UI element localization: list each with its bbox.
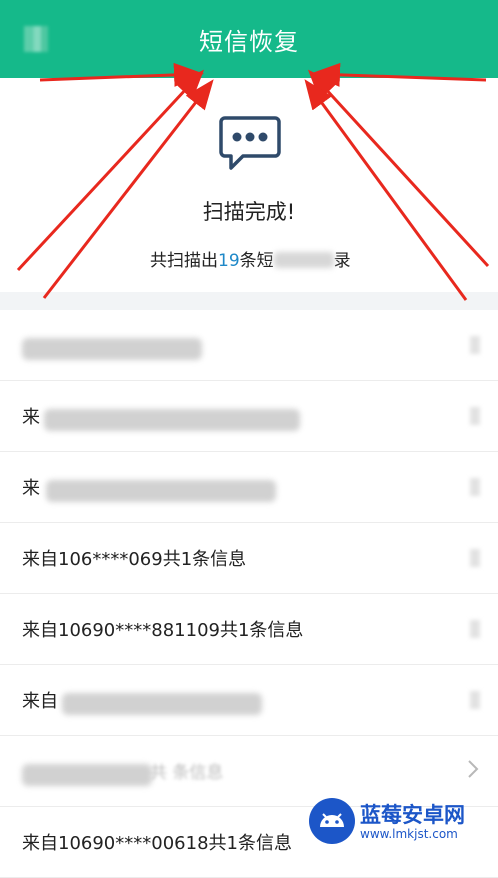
- list-item[interactable]: 来自106****069共1条信息: [0, 523, 498, 594]
- summary-count: 19: [218, 251, 240, 271]
- redacted-text: [273, 252, 334, 268]
- chevron-right-icon: [470, 620, 480, 638]
- android-logo-icon: [309, 798, 355, 844]
- redacted-text: [22, 764, 152, 786]
- list-item[interactable]: 来自10690****881109共1条信息: [0, 594, 498, 665]
- scan-complete-text: 扫描完成!: [202, 200, 296, 224]
- list-item-label: 来自10690****881109共1条信息: [22, 620, 304, 641]
- list-item-label: 来自106****069共1条信息: [22, 549, 247, 570]
- watermark: 蓝莓安卓网 www.lmkjst.com: [308, 797, 494, 847]
- message-bubble-icon: [219, 116, 281, 170]
- summary-end: 录: [333, 251, 351, 271]
- chevron-right-icon: [470, 478, 480, 496]
- app-header: 短信恢复: [0, 0, 498, 78]
- list-item-label: 来: [22, 478, 40, 499]
- list-item[interactable]: 来: [0, 381, 498, 452]
- list-item[interactable]: 来自: [0, 665, 498, 736]
- redacted-text: [62, 693, 262, 715]
- watermark-brand: 蓝莓安卓网: [360, 803, 465, 827]
- list-item[interactable]: 来: [0, 452, 498, 523]
- section-divider: [0, 292, 498, 310]
- redacted-text: [22, 338, 202, 360]
- list-item-label: 来自10690****00618共1条信息: [22, 833, 292, 854]
- chevron-right-icon: [470, 691, 480, 709]
- list-item-partial-label: 共 条信息: [150, 763, 224, 783]
- summary-suffix: 条短: [239, 251, 274, 271]
- scan-summary: 共扫描出19条短 录: [150, 246, 351, 271]
- message-source-list: 来 来 来自106****069共1条信息 来自10690****881109共…: [0, 310, 498, 878]
- chevron-right-icon: [470, 336, 480, 354]
- page-title: 短信恢复: [199, 28, 299, 56]
- chevron-right-icon: [468, 760, 479, 778]
- chevron-right-icon: [470, 407, 480, 425]
- redacted-text: [46, 480, 276, 502]
- chevron-right-icon: [470, 549, 480, 567]
- summary-prefix: 共扫描出: [150, 251, 218, 271]
- list-item-label: 来: [22, 407, 40, 428]
- list-item[interactable]: [0, 310, 498, 381]
- watermark-url: www.lmkjst.com: [360, 827, 458, 841]
- list-item-label: 来自: [22, 691, 58, 712]
- redacted-text: [44, 409, 300, 431]
